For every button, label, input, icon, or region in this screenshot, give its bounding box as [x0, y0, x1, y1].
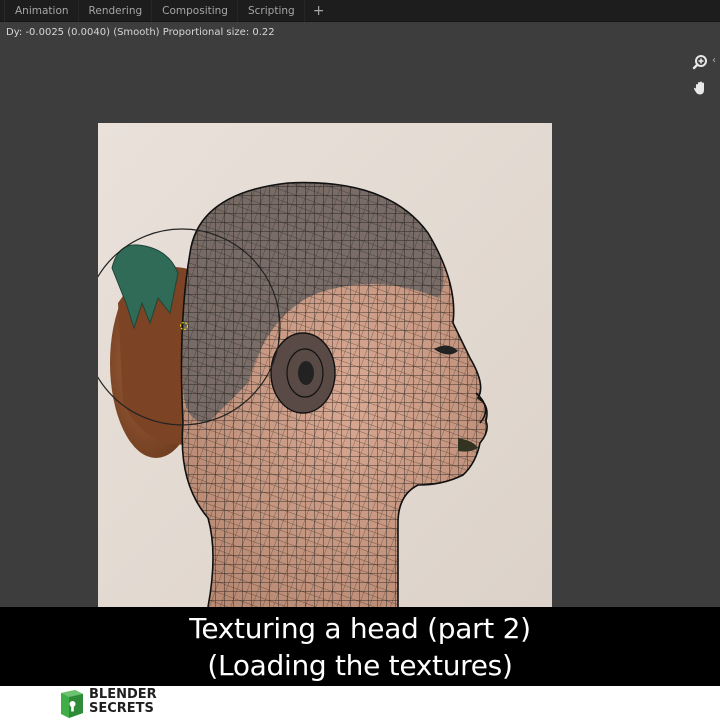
reference-image-plane[interactable] — [98, 123, 552, 607]
tab-animation[interactable]: Animation — [5, 0, 79, 22]
video-caption: Texturing a head (part 2) (Loading the t… — [0, 607, 720, 686]
add-workspace-button[interactable]: + — [305, 0, 333, 22]
brand-line-1: BLENDER — [89, 687, 157, 702]
caption-line-2: (Loading the textures) — [207, 648, 513, 682]
brand-wordmark: BLENDER SECRETS — [89, 688, 157, 716]
3d-viewport[interactable]: Dy: -0.0025 (0.0040) (Smooth) Proportion… — [0, 22, 720, 607]
zoom-in-icon — [692, 55, 707, 70]
hand-pan-icon — [693, 81, 704, 95]
brand-line-2: SECRETS — [89, 701, 154, 716]
tab-compositing[interactable]: Compositing — [152, 0, 238, 22]
zoom-button[interactable] — [689, 51, 711, 73]
tab-rendering[interactable]: Rendering — [79, 0, 153, 22]
operator-status-text: Dy: -0.0025 (0.0040) (Smooth) Proportion… — [6, 27, 275, 38]
head-mesh-overlay — [98, 123, 552, 607]
sidebar-toggle-icon[interactable]: ‹ — [712, 55, 716, 66]
caption-line-1: Texturing a head (part 2) — [189, 611, 531, 645]
tab-scripting[interactable]: Scripting — [238, 0, 305, 22]
workspace-tab-bar: Animation Rendering Compositing Scriptin… — [0, 0, 720, 22]
pan-button[interactable] — [689, 77, 711, 99]
blender-secrets-logo-icon — [61, 690, 83, 718]
